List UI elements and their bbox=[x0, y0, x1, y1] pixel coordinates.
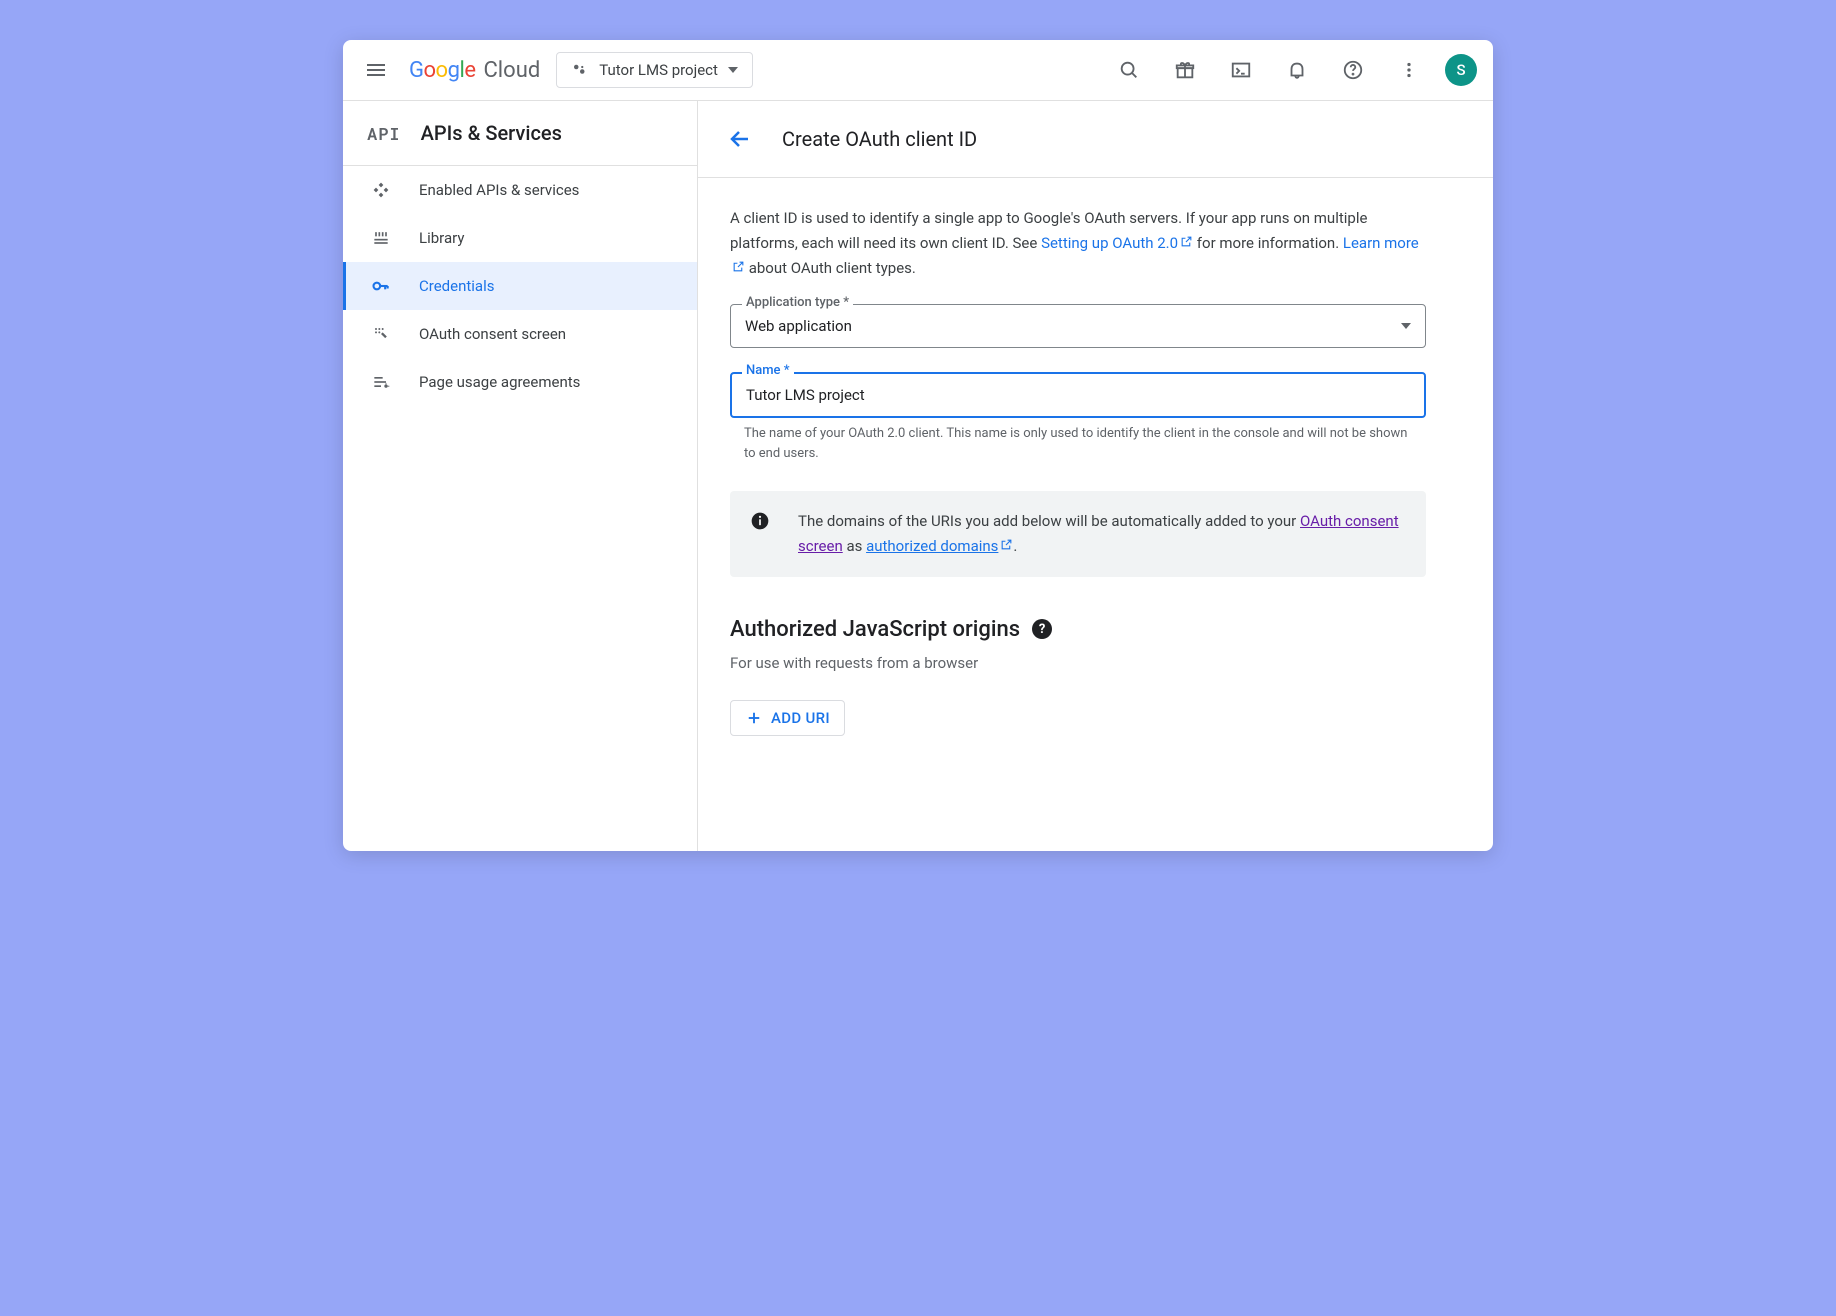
app-window: Google Cloud Tutor LMS project S API API… bbox=[343, 40, 1493, 851]
google-cloud-logo[interactable]: Google Cloud bbox=[409, 58, 540, 83]
plus-icon bbox=[745, 709, 763, 727]
application-type-field: Application type * Web application bbox=[730, 304, 1426, 348]
name-field: Name * The name of your OAuth 2.0 client… bbox=[730, 372, 1426, 463]
sidebar-item-label: Library bbox=[419, 229, 464, 247]
sidebar-item-enabled-apis[interactable]: Enabled APIs & services bbox=[343, 166, 697, 214]
usage-icon bbox=[371, 372, 391, 392]
sidebar-header: API APIs & Services bbox=[343, 101, 697, 166]
gift-icon[interactable] bbox=[1165, 50, 1205, 90]
sidebar-item-library[interactable]: Library bbox=[343, 214, 697, 262]
section-title-js-origins: Authorized JavaScript origins ? bbox=[730, 617, 1426, 642]
menu-icon[interactable] bbox=[359, 56, 393, 84]
help-circle-icon[interactable]: ? bbox=[1032, 619, 1052, 639]
search-icon[interactable] bbox=[1109, 50, 1149, 90]
top-bar: Google Cloud Tutor LMS project S bbox=[343, 40, 1493, 101]
add-uri-button[interactable]: ADD URI bbox=[730, 700, 845, 736]
sidebar-item-label: OAuth consent screen bbox=[419, 325, 566, 343]
page-title: Create OAuth client ID bbox=[782, 127, 977, 151]
name-input[interactable] bbox=[730, 372, 1426, 418]
help-icon[interactable] bbox=[1333, 50, 1373, 90]
consent-icon bbox=[371, 324, 391, 344]
project-selector[interactable]: Tutor LMS project bbox=[556, 52, 753, 88]
sidebar-item-label: Enabled APIs & services bbox=[419, 181, 579, 199]
caret-down-icon bbox=[728, 67, 738, 73]
info-text: The domains of the URIs you add below wi… bbox=[798, 509, 1406, 559]
body: API APIs & Services Enabled APIs & servi… bbox=[343, 101, 1493, 851]
application-type-select[interactable]: Web application bbox=[730, 304, 1426, 348]
add-uri-label: ADD URI bbox=[771, 709, 830, 727]
caret-down-icon bbox=[1401, 323, 1411, 329]
external-link-icon bbox=[1180, 235, 1193, 248]
sidebar-item-label: Page usage agreements bbox=[419, 373, 580, 391]
sidebar-item-page-usage[interactable]: Page usage agreements bbox=[343, 358, 697, 406]
diamond-icon bbox=[371, 180, 391, 200]
info-icon bbox=[750, 511, 770, 531]
more-icon[interactable] bbox=[1389, 50, 1429, 90]
sidebar-item-label: Credentials bbox=[419, 277, 494, 295]
sidebar-title: APIs & Services bbox=[421, 121, 562, 145]
sidebar-item-oauth-consent[interactable]: OAuth consent screen bbox=[343, 310, 697, 358]
project-name: Tutor LMS project bbox=[599, 61, 718, 79]
sidebar: API APIs & Services Enabled APIs & servi… bbox=[343, 101, 698, 851]
setup-oauth-link[interactable]: Setting up OAuth 2.0 bbox=[1041, 234, 1193, 252]
api-icon: API bbox=[367, 122, 401, 145]
intro-text: A client ID is used to identify a single… bbox=[730, 206, 1426, 280]
info-box: The domains of the URIs you add below wi… bbox=[730, 491, 1426, 577]
cloud-shell-icon[interactable] bbox=[1221, 50, 1261, 90]
library-icon bbox=[371, 228, 391, 248]
arrow-left-icon bbox=[728, 127, 752, 151]
select-value: Web application bbox=[745, 317, 852, 335]
content: A client ID is used to identify a single… bbox=[698, 178, 1458, 764]
key-icon bbox=[371, 276, 391, 296]
external-link-icon bbox=[1000, 538, 1013, 551]
notifications-icon[interactable] bbox=[1277, 50, 1317, 90]
external-link-icon bbox=[732, 260, 745, 273]
project-icon bbox=[571, 61, 589, 79]
avatar[interactable]: S bbox=[1445, 54, 1477, 86]
sidebar-item-credentials[interactable]: Credentials bbox=[343, 262, 697, 310]
main-header: Create OAuth client ID bbox=[698, 101, 1493, 178]
field-label: Name * bbox=[742, 363, 794, 378]
field-label: Application type * bbox=[742, 295, 853, 310]
helper-text: The name of your OAuth 2.0 client. This … bbox=[730, 424, 1426, 463]
back-button[interactable] bbox=[722, 121, 758, 157]
main-panel: Create OAuth client ID A client ID is us… bbox=[698, 101, 1493, 851]
authorized-domains-link[interactable]: authorized domains bbox=[866, 537, 1013, 555]
section-subtitle: For use with requests from a browser bbox=[730, 654, 1426, 672]
